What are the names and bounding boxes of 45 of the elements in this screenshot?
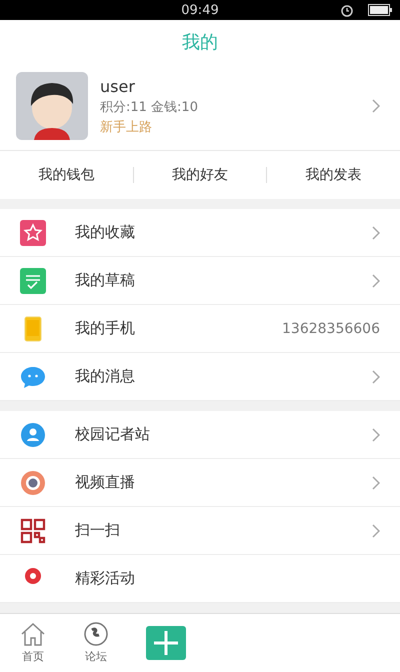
user-rank: 新手上路: [100, 118, 153, 136]
menu-row[interactable]: 我的消息: [0, 353, 400, 401]
phone-number: 13628356606: [282, 320, 380, 336]
chevron-icon: [372, 99, 380, 113]
chevron-icon: [372, 226, 380, 240]
menu-label: 我的消息: [75, 367, 136, 386]
user-stats: 积分:11 金钱:10: [100, 98, 199, 116]
alarm-icon: [340, 3, 354, 17]
checklist-icon: [20, 268, 46, 294]
menu-row[interactable]: 我的手机 13628356606: [0, 305, 400, 353]
quick-tab[interactable]: 我的好友: [134, 166, 266, 184]
profile-row[interactable]: user 积分:11 金钱:10 新手上路: [0, 64, 400, 150]
menu-label: 精彩活动: [75, 569, 136, 588]
camera-icon: [20, 470, 46, 496]
nav-tab[interactable]: 首页: [20, 622, 46, 664]
person-icon: [20, 422, 46, 448]
page-title: 我的: [182, 31, 218, 54]
menu-row[interactable]: 扫一扫: [0, 507, 400, 555]
menu-label: 我的手机: [75, 319, 136, 338]
menu-row[interactable]: 精彩活动: [0, 555, 400, 603]
menu-label: 我的草稿: [75, 271, 136, 290]
chevron-icon: [372, 428, 380, 442]
menu-label: 校园记者站: [75, 425, 151, 444]
user-name: user: [100, 76, 136, 96]
menu-label: 扫一扫: [75, 521, 121, 540]
avatar-drawing: [16, 72, 88, 140]
menu-label: 视频直播: [75, 473, 136, 492]
menu-row[interactable]: 视频直播: [0, 459, 400, 507]
status-time: 09:49: [181, 2, 219, 18]
chevron-icon: [372, 524, 380, 538]
chevron-icon: [372, 476, 380, 490]
menu-row[interactable]: 我的收藏: [0, 209, 400, 257]
menu-row[interactable]: 我的草稿: [0, 257, 400, 305]
chevron-icon: [372, 274, 380, 288]
battery-icon: [368, 4, 392, 16]
home-icon: [20, 622, 46, 646]
quick-tab[interactable]: 我的钱包: [0, 166, 133, 184]
add-button[interactable]: [146, 626, 186, 660]
nav-tab[interactable]: 论坛: [84, 622, 108, 664]
quick-tab[interactable]: 我的发表: [267, 166, 400, 184]
chevron-icon: [372, 370, 380, 384]
menu-row[interactable]: 校园记者站: [0, 411, 400, 459]
plus-icon: [153, 630, 179, 656]
menu-label: 我的收藏: [75, 223, 136, 242]
qr-code-icon: [20, 518, 46, 544]
